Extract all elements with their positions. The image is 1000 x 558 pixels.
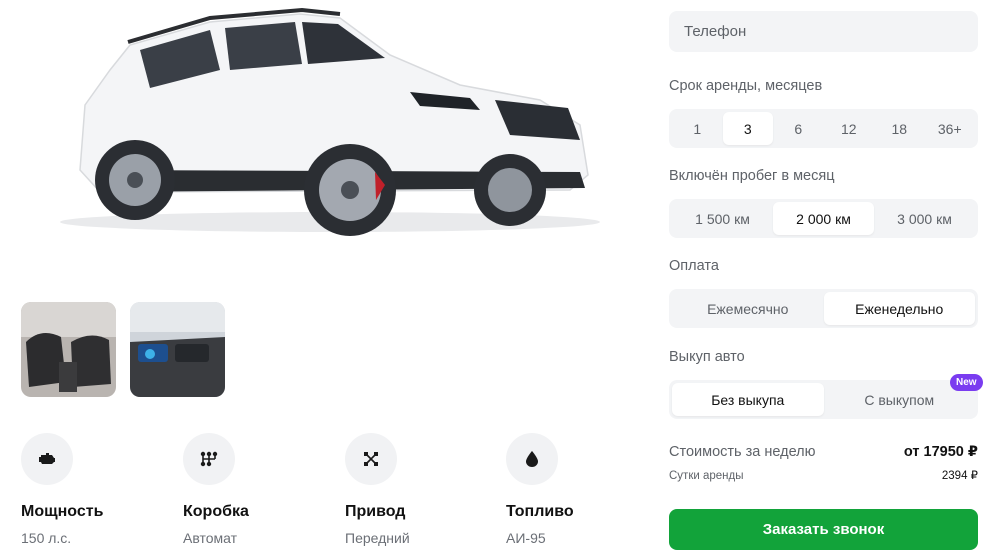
mileage-option-selected[interactable]: 2 000 км bbox=[773, 202, 874, 235]
interior-thumbnail-1[interactable] bbox=[21, 302, 116, 397]
mileage-option[interactable]: 3 000 км bbox=[874, 202, 975, 235]
buyout-label: Выкуп авто bbox=[669, 349, 745, 365]
spec-power: Мощность 150 л.с. bbox=[21, 433, 171, 546]
term-option[interactable]: 6 bbox=[773, 112, 824, 145]
spec-title: Коробка bbox=[183, 503, 249, 520]
payment-option[interactable]: Ежемесячно bbox=[672, 292, 824, 325]
week-price-row: Стоимость за неделю от 17950 ₽ bbox=[669, 444, 978, 460]
week-price-label: Стоимость за неделю bbox=[669, 444, 816, 460]
spec-value: 150 л.с. bbox=[21, 530, 72, 546]
spec-value: Передний bbox=[345, 530, 410, 546]
term-option[interactable]: 36+ bbox=[925, 112, 976, 145]
engine-icon bbox=[21, 433, 73, 485]
term-option[interactable]: 1 bbox=[672, 112, 723, 145]
mileage-option[interactable]: 1 500 км bbox=[672, 202, 773, 235]
spec-title: Привод bbox=[345, 503, 406, 520]
interior-thumbnail-2[interactable] bbox=[130, 302, 225, 397]
new-badge: New bbox=[950, 374, 983, 391]
spec-gearbox: Коробка Автомат bbox=[183, 433, 333, 546]
payment-selector: Ежемесячно Еженедельно bbox=[669, 289, 978, 328]
term-option[interactable]: 18 bbox=[874, 112, 925, 145]
mileage-label: Включён пробег в месяц bbox=[669, 168, 835, 184]
day-price-label: Сутки аренды bbox=[669, 470, 744, 482]
spec-value: АИ-95 bbox=[506, 530, 546, 546]
spec-fuel: Топливо АИ-95 bbox=[506, 433, 656, 546]
term-selector: 1 3 6 12 18 36+ bbox=[669, 109, 978, 148]
spec-title: Топливо bbox=[506, 503, 574, 520]
buyout-option-selected[interactable]: Без выкупа bbox=[672, 383, 824, 416]
fuel-drop-icon bbox=[506, 433, 558, 485]
mileage-selector: 1 500 км 2 000 км 3 000 км bbox=[669, 199, 978, 238]
day-price-row: Сутки аренды 2394 ₽ bbox=[669, 468, 978, 482]
buyout-selector: Без выкупа С выкупом bbox=[669, 380, 978, 419]
car-main-image bbox=[60, 7, 600, 236]
order-call-button[interactable]: Заказать звонок bbox=[669, 509, 978, 550]
gearbox-icon bbox=[183, 433, 235, 485]
day-price-value: 2394 ₽ bbox=[941, 470, 978, 482]
payment-option-selected[interactable]: Еженедельно bbox=[823, 292, 975, 325]
phone-input[interactable]: Телефон bbox=[669, 11, 978, 52]
term-label: Срок аренды, месяцев bbox=[669, 78, 823, 94]
drivetrain-icon bbox=[345, 433, 397, 485]
spec-value: Автомат bbox=[183, 530, 238, 546]
payment-label: Оплата bbox=[669, 258, 719, 274]
spec-drivetrain: Привод Передний bbox=[345, 433, 495, 546]
phone-placeholder: Телефон bbox=[684, 23, 747, 40]
week-price-value: от 17950 ₽ bbox=[903, 444, 978, 460]
term-option-selected[interactable]: 3 bbox=[722, 112, 773, 145]
term-option[interactable]: 12 bbox=[824, 112, 875, 145]
spec-title: Мощность bbox=[21, 503, 104, 520]
